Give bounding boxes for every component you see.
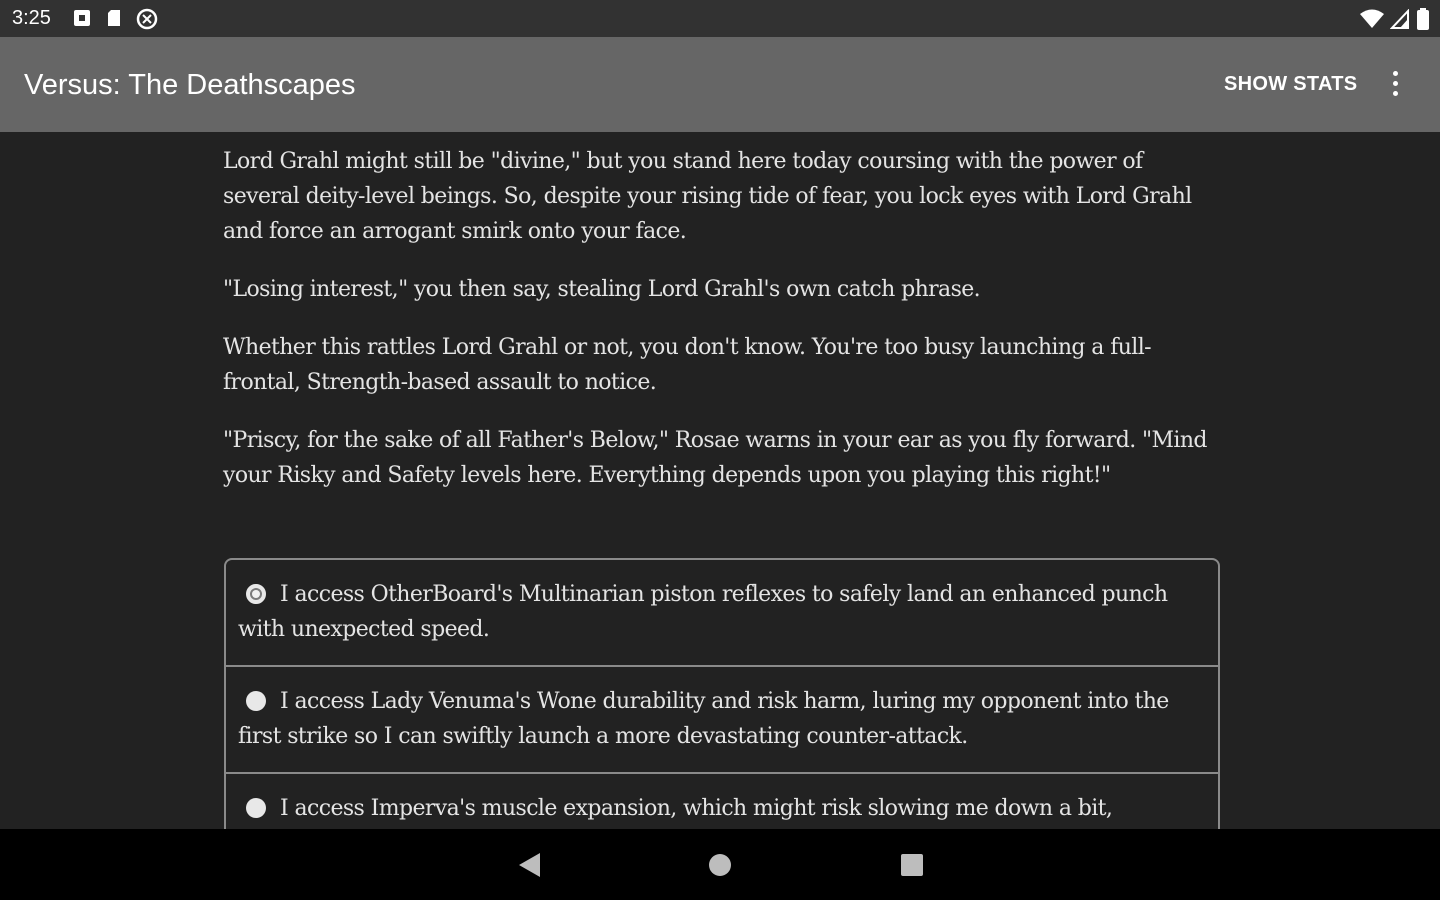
- choice-list: I access OtherBoard's Multinarian piston…: [224, 558, 1220, 829]
- story-text: Lord Grahl might still be "divine," but …: [223, 144, 1223, 516]
- home-circle-icon[interactable]: [707, 851, 733, 879]
- sd-card-icon: [108, 10, 120, 26]
- at-sign-icon: [136, 8, 158, 30]
- story-paragraph: Lord Grahl might still be "divine," but …: [223, 149, 1192, 244]
- notification-square-icon: [74, 10, 90, 26]
- navigation-bar: [0, 829, 1440, 900]
- show-stats-button[interactable]: SHOW STATS: [1224, 73, 1357, 96]
- status-time: 3:25: [12, 7, 51, 29]
- app-title: Versus: The Deathscapes: [24, 69, 356, 101]
- wifi-icon: [1360, 9, 1384, 28]
- choice-label: I access Imperva's muscle expansion, whi…: [280, 796, 1113, 821]
- choice-label: I access Lady Venuma's Wone durability a…: [238, 689, 1169, 749]
- cell-signal-icon: [1390, 9, 1409, 29]
- choice-option[interactable]: I access Imperva's muscle expansion, whi…: [226, 774, 1218, 829]
- story-paragraph: "Losing interest," you then say, stealin…: [223, 277, 981, 302]
- radio-unselected-icon[interactable]: [246, 691, 266, 711]
- choice-option[interactable]: I access OtherBoard's Multinarian piston…: [226, 560, 1218, 667]
- radio-unselected-icon[interactable]: [246, 798, 266, 818]
- story-content[interactable]: Lord Grahl might still be "divine," but …: [0, 132, 1440, 829]
- app-bar: Versus: The Deathscapes SHOW STATS: [0, 37, 1440, 132]
- recents-square-icon[interactable]: [899, 851, 925, 879]
- back-triangle-icon[interactable]: [516, 851, 542, 879]
- choice-option[interactable]: I access Lady Venuma's Wone durability a…: [226, 667, 1218, 774]
- more-vert-icon[interactable]: [1382, 67, 1408, 101]
- story-paragraph: Whether this rattles Lord Grahl or not, …: [223, 335, 1152, 395]
- battery-icon: [1417, 8, 1429, 30]
- story-paragraph: "Priscy, for the sake of all Father's Be…: [223, 428, 1208, 488]
- status-bar: 3:25: [0, 0, 1440, 37]
- choice-label: I access OtherBoard's Multinarian piston…: [238, 582, 1168, 642]
- radio-selected-icon[interactable]: [246, 584, 266, 604]
